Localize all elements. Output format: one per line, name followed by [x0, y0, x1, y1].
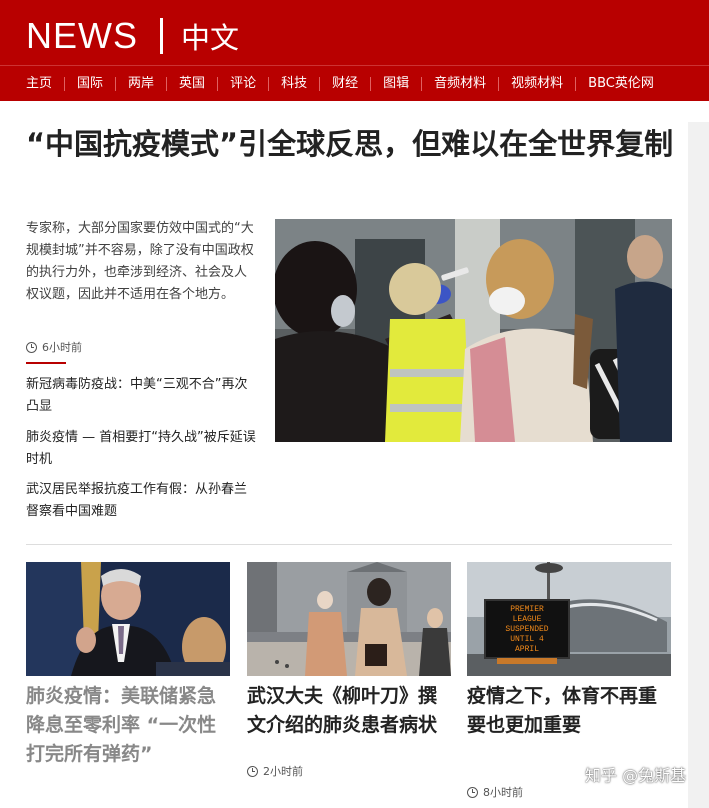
scrollbar[interactable] [688, 122, 709, 808]
sign-line-4: UNTIL 4 [510, 635, 544, 644]
nav-item-home[interactable]: 主页 [14, 76, 66, 91]
section-divider [26, 544, 672, 545]
sign-line-5: APRIL [515, 645, 539, 654]
main-summary: 专家称，大部分国家要仿效中国式的“大规模封城”并不容易，除了没有中国政权的执行力… [26, 221, 254, 302]
nav-item-audio[interactable]: 音频材料 [422, 76, 500, 91]
main-time-text: 6小时前 [42, 341, 82, 354]
related-divider [26, 362, 66, 364]
card-title-3[interactable]: 疫情之下，体育不再重要也更加重要 [467, 682, 672, 740]
card-image-fed-chair[interactable] [26, 562, 230, 676]
clock-icon [467, 786, 478, 798]
clock-icon [247, 765, 258, 777]
related-link-2[interactable]: 肺炎疫情 — 首相要打“持久战”被斥延误时机 [26, 427, 258, 471]
sign-line-3: SUSPENDED [505, 625, 548, 634]
nav-item-opinion[interactable]: 评论 [218, 76, 270, 91]
card-image-stadium-sign[interactable]: PREMIER LEAGUE SUSPENDED UNTIL 4 APRIL [467, 562, 671, 676]
nav-item-uk[interactable]: 英国 [167, 76, 219, 91]
clock-icon [26, 341, 37, 353]
sign-line-2: LEAGUE [513, 615, 542, 624]
header-bar: NEWS 中文 主页 国际 两岸 英国 评论 科技 财经 图辑 音频材料 视频材… [0, 0, 709, 101]
main-timestamp: 6小时前 [26, 339, 82, 355]
card-title-2[interactable]: 武汉大夫《柳叶刀》撰文介绍的肺炎患者病状 [247, 682, 452, 740]
nav-item-video[interactable]: 视频材料 [499, 76, 577, 91]
bbc-news-logo[interactable]: NEWS 中文 [26, 14, 239, 58]
card-title-1[interactable]: 肺炎疫情：美联储紧急降息至零利率 “一次性打完所有弹药” [26, 682, 231, 769]
logo-divider [160, 18, 163, 54]
logo-chinese-text: 中文 [181, 21, 240, 55]
zhihu-watermark: 知乎 @兔斯基 [585, 766, 687, 785]
card-image-milan-street[interactable] [247, 562, 451, 676]
nav-item-bbc-uk-china[interactable]: BBC英伦网 [576, 76, 666, 91]
nav-item-international[interactable]: 国际 [65, 76, 117, 91]
main-nav: 主页 国际 两岸 英国 评论 科技 财经 图辑 音频材料 视频材料 BBC英伦网 [0, 65, 709, 101]
nav-item-gallery[interactable]: 图辑 [371, 76, 423, 91]
related-link-1[interactable]: 新冠病毒防疫战：中美“三观不合”再次凸显 [26, 374, 258, 418]
card-2-time-text: 2小时前 [263, 765, 303, 778]
nav-item-cross-strait[interactable]: 两岸 [116, 76, 168, 91]
nav-item-tech[interactable]: 科技 [269, 76, 321, 91]
card-3-timestamp: 8小时前 [467, 784, 523, 800]
card-2-timestamp: 2小时前 [247, 763, 303, 779]
hero-image-temperature-check[interactable] [275, 219, 672, 442]
sign-line-1: PREMIER [510, 605, 544, 614]
logo-news-text: NEWS [26, 15, 138, 56]
main-headline[interactable]: “中国抗疫模式”引全球反思，但难以在全世界复制 [26, 124, 676, 165]
nav-item-finance[interactable]: 财经 [320, 76, 372, 91]
card-3-time-text: 8小时前 [483, 786, 523, 799]
related-link-3[interactable]: 武汉居民举报抗疫工作有假：从孙春兰督察看中国难题 [26, 479, 258, 523]
